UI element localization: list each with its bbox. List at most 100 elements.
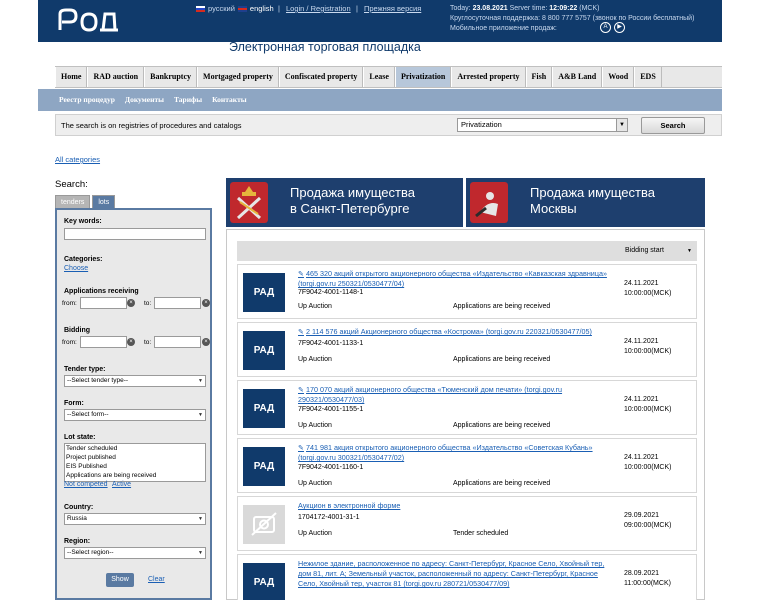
table-row[interactable]: РАД ✎ 465 320 акций открытого акционерног… [237,264,697,319]
subnav-documents[interactable]: Документы [125,89,164,111]
procedure-type: Up Auction [298,356,332,363]
lot-title-link[interactable]: ✎ 465 320 акций открытого акционерного об… [298,269,608,289]
list-item[interactable]: EIS Published [66,462,205,471]
list-item[interactable]: Applications are being received [66,471,205,480]
banner-moscow[interactable]: Продажа имущества Москвы [466,178,705,227]
lot-code: 7F9042-4001-1155-1 [298,406,364,413]
applications-receiving-label: Applications receiving [64,288,139,295]
nav-wood[interactable]: Wood [602,67,635,87]
lang-ru-link[interactable]: русский [208,4,235,13]
key-words-label: Key words: [64,218,102,225]
not-competed-link[interactable]: Not competed [64,481,108,488]
subnav-contacts[interactable]: Контакты [212,89,247,111]
region-select[interactable]: --Select region-- [64,547,206,559]
nav-fish[interactable]: Fish [525,67,553,87]
bidding-start-date: 24.11.2021 10:00:00(MCK) [624,396,672,413]
lot-code: 7F9042-4001-1133-1 [298,340,364,347]
sort-down-icon[interactable]: ▼ [687,248,692,254]
nav-arrested-property[interactable]: Arrested property [451,67,526,87]
clear-link[interactable]: Clear [148,576,165,583]
banner-text: Продажа имущества Москвы [530,185,655,216]
form-select[interactable]: --Select form-- [64,409,206,421]
nav-confiscated-property[interactable]: Confiscated property [278,67,364,87]
all-categories-link[interactable]: All categories [55,155,100,164]
lot-code: 7F9042-4001-1148-1 [298,289,364,296]
active-link[interactable]: Active [112,481,131,488]
lot-title-link[interactable]: ✎ 2 114 576 акций Акционерного общества «… [298,327,608,337]
rad-logo: РАД [243,331,285,370]
applications-from-input[interactable] [80,297,127,309]
no-image-placeholder-icon [243,505,285,544]
choose-categories-link[interactable]: Choose [64,265,88,272]
show-button[interactable]: Show [106,573,134,587]
procedure-type: Up Auction [298,422,332,429]
lang-switch[interactable]: русский english [196,4,274,13]
nav-home[interactable]: Home [55,67,88,87]
bidding-start-column[interactable]: Bidding start [625,247,664,254]
lang-en-link[interactable]: english [250,4,274,13]
lot-title-link[interactable]: ✎ 741 981 акция открытого акционерного об… [298,443,608,463]
table-row[interactable]: РАД ✎ 170 070 акций акционерного общества… [237,380,697,435]
tab-tenders[interactable]: tenders [55,195,91,208]
region-label: Region: [64,538,91,545]
tab-lots[interactable]: lots [92,195,116,208]
lot-code: 1704172-4001-31-1 [298,514,360,521]
nav-lease[interactable]: Lease [363,67,395,87]
nav-ab-land[interactable]: A&B Land [552,67,603,87]
search-filter-panel: Key words: Categories: Choose Applicatio… [55,208,212,600]
categories-label: Categories: [64,256,103,263]
form-label: Form: [64,400,84,407]
subnav-tariffs[interactable]: Тарифы [174,89,202,111]
nav-bankruptcy[interactable]: Bankruptcy [144,67,198,87]
subnav-registry[interactable]: Реестр процедур [59,89,115,111]
nav-mortgaged-property[interactable]: Mortgaged property [197,67,279,87]
applications-to-input[interactable] [154,297,201,309]
bidding-from-input[interactable] [80,336,127,348]
top-header: русский english | Login / Registration |… [38,0,722,42]
results-table: Bidding start ▼ РАД ✎ 465 320 акций откры… [237,241,697,600]
key-words-input[interactable] [64,228,206,240]
bidding-start-date: 24.11.2021 10:00:00(MCK) [624,338,672,355]
platform-title: Электронная торговая площадка [229,40,421,54]
nav-privatization[interactable]: Privatization [394,67,452,87]
lot-state-listbox[interactable]: Tender scheduled Project published EIS P… [64,443,206,482]
banner-spb[interactable]: Продажа имущества в Санкт-Петербурге [226,178,463,227]
search-button[interactable]: Search [641,117,705,134]
lot-title-link[interactable]: ✎ 170 070 акций акционерного общества «Тю… [298,385,608,405]
moscow-coat-of-arms-icon [470,182,508,223]
table-row[interactable]: Аукцион в электронной форме 1704172-4001… [237,496,697,551]
clear-icon[interactable]: × [127,338,135,346]
search-tabs: tenders lots [55,195,116,208]
category-select[interactable]: Privatization ▼ [457,118,628,132]
list-item[interactable]: Project published [66,453,205,462]
old-version-link[interactable]: Прежняя версия [364,4,421,13]
pencil-icon: ✎ [298,327,305,336]
nav-rad-auction[interactable]: RAD auction [87,67,145,87]
country-label: Country: [64,504,94,511]
google-play-icon[interactable]: ▶ [614,22,625,33]
lot-title-link[interactable]: Нежилое здание, расположенное по адресу:… [298,559,608,589]
table-row[interactable]: РАД Нежилое здание, расположенное по адр… [237,554,697,600]
clear-icon[interactable]: × [202,299,210,307]
rad-logo: РАД [243,563,285,600]
search-bar: The search is on registries of procedure… [55,114,722,136]
rad-logo[interactable] [56,6,120,36]
list-item[interactable]: Tender scheduled [66,444,205,453]
results-header: Bidding start ▼ [237,241,697,261]
app-store-icon[interactable]: A [600,22,611,33]
clear-icon[interactable]: × [127,299,135,307]
clear-icon[interactable]: × [202,338,210,346]
tender-type-select[interactable]: --Select tender type-- [64,375,206,387]
country-select[interactable]: Russia [64,513,206,525]
bidding-to-input[interactable] [154,336,201,348]
nav-eds[interactable]: EDS [634,67,662,87]
table-row[interactable]: РАД ✎ 2 114 576 акций Акционерного общест… [237,322,697,377]
lot-title-link[interactable]: Аукцион в электронной форме [298,501,608,511]
table-row[interactable]: РАД ✎ 741 981 акция открытого акционерног… [237,438,697,493]
pencil-icon: ✎ [298,385,305,394]
rad-logo: РАД [243,389,285,428]
spb-coat-of-arms-icon [230,182,268,223]
login-link[interactable]: Login / Registration [286,4,351,13]
pencil-icon: ✎ [298,443,305,452]
bidding-start-date: 24.11.2021 10:00:00(MCK) [624,454,672,471]
